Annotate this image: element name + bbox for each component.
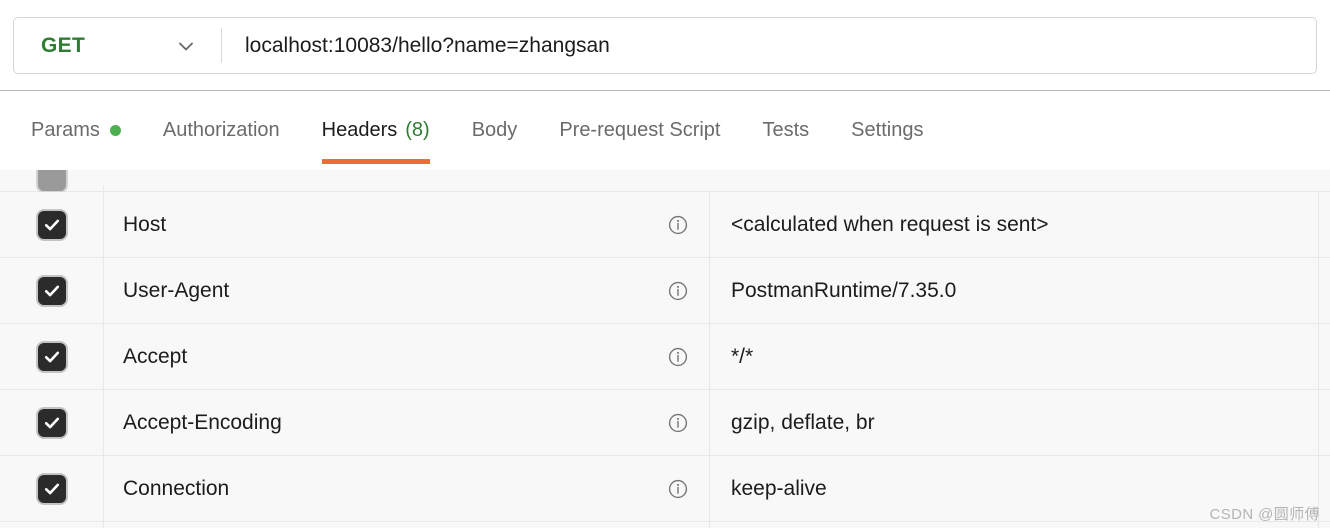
table-row-next bbox=[0, 522, 1330, 528]
header-value-cell[interactable]: keep-alive bbox=[710, 456, 1319, 521]
row-tail-cell bbox=[1319, 192, 1330, 257]
header-value-cell[interactable]: <calculated when request is sent> bbox=[710, 192, 1319, 257]
tab-headers[interactable]: Headers (8) bbox=[301, 91, 451, 170]
tab-authorization-label: Authorization bbox=[162, 119, 280, 141]
request-bar-region: GET localhost:10083/hello?name=zhangsan bbox=[0, 0, 1330, 91]
table-row: User-Agent PostmanRuntime/7.35.0 bbox=[0, 258, 1330, 324]
row-checkbox[interactable] bbox=[37, 342, 66, 371]
header-key-cell[interactable]: User-Agent bbox=[104, 258, 710, 323]
row-checkbox[interactable] bbox=[37, 276, 66, 305]
headers-table: Host <calculated when request is sent> U… bbox=[0, 170, 1330, 528]
checkmark-icon bbox=[44, 285, 59, 296]
row-tail-cell bbox=[1319, 456, 1330, 521]
header-key-text: User-Agent bbox=[123, 278, 230, 302]
info-circle-icon[interactable] bbox=[667, 412, 689, 434]
header-value-cell[interactable] bbox=[710, 522, 1319, 528]
header-key-text: Accept-Encoding bbox=[123, 410, 282, 434]
http-method-dropdown[interactable]: GET bbox=[14, 18, 221, 73]
tab-body-label: Body bbox=[471, 119, 518, 141]
row-checkbox-cell bbox=[0, 170, 104, 191]
row-checkbox-cell bbox=[0, 192, 104, 257]
header-value-cell[interactable]: gzip, deflate, br bbox=[710, 390, 1319, 455]
tab-headers-count: (8) bbox=[405, 119, 430, 141]
checkmark-icon bbox=[44, 351, 59, 362]
tab-active-underline bbox=[321, 159, 430, 164]
checkmark-icon bbox=[44, 219, 59, 230]
params-modified-dot-icon bbox=[109, 125, 121, 136]
row-checkbox-cell bbox=[0, 522, 104, 528]
chevron-down-icon[interactable] bbox=[173, 33, 199, 59]
row-checkbox-cell bbox=[0, 390, 104, 455]
tab-body[interactable]: Body bbox=[451, 91, 539, 170]
header-key-cell[interactable] bbox=[104, 522, 710, 528]
table-row: Connection keep-alive bbox=[0, 456, 1330, 522]
table-row-partial bbox=[0, 170, 1330, 192]
row-checkbox[interactable] bbox=[37, 474, 66, 503]
tab-pre-request-script[interactable]: Pre-request Script bbox=[538, 91, 741, 170]
row-checkbox[interactable] bbox=[37, 408, 66, 437]
tab-authorization[interactable]: Authorization bbox=[142, 91, 301, 170]
tab-settings[interactable]: Settings bbox=[830, 91, 944, 170]
header-key-text: Accept bbox=[123, 344, 188, 368]
header-key-cell[interactable]: Accept bbox=[104, 324, 710, 389]
table-row: Host <calculated when request is sent> bbox=[0, 192, 1330, 258]
tab-params-label: Params bbox=[31, 119, 100, 141]
info-circle-icon[interactable] bbox=[667, 280, 689, 302]
header-key-cell[interactable]: Accept-Encoding bbox=[104, 390, 710, 455]
header-key-cell[interactable]: Host bbox=[104, 192, 710, 257]
header-value-cell[interactable]: */* bbox=[710, 324, 1319, 389]
header-key-text: Host bbox=[123, 212, 167, 236]
request-tab-strip: Params Authorization Headers (8) Body Pr… bbox=[0, 91, 1330, 170]
tab-params[interactable]: Params bbox=[10, 91, 142, 170]
tab-settings-label: Settings bbox=[851, 119, 924, 141]
tab-list: Params Authorization Headers (8) Body Pr… bbox=[10, 91, 944, 170]
row-checkbox-cell bbox=[0, 258, 104, 323]
row-checkbox[interactable] bbox=[37, 170, 66, 191]
info-circle-icon[interactable] bbox=[667, 214, 689, 236]
header-key-cell[interactable]: Connection bbox=[104, 456, 710, 521]
row-checkbox[interactable] bbox=[37, 210, 66, 239]
checkmark-icon bbox=[44, 483, 59, 494]
table-row: Accept */* bbox=[0, 324, 1330, 390]
url-input[interactable]: localhost:10083/hello?name=zhangsan bbox=[222, 18, 1316, 73]
tab-headers-label: Headers bbox=[321, 119, 398, 141]
table-row: Accept-Encoding gzip, deflate, br bbox=[0, 390, 1330, 456]
info-circle-icon[interactable] bbox=[667, 346, 689, 368]
row-tail-cell bbox=[1319, 258, 1330, 323]
request-url-bar: GET localhost:10083/hello?name=zhangsan bbox=[13, 17, 1317, 74]
checkmark-icon bbox=[44, 417, 59, 428]
header-key-text: Connection bbox=[123, 476, 230, 500]
info-circle-icon[interactable] bbox=[667, 478, 689, 500]
header-value-cell[interactable]: PostmanRuntime/7.35.0 bbox=[710, 258, 1319, 323]
row-tail-cell bbox=[1319, 522, 1330, 528]
row-checkbox-cell bbox=[0, 324, 104, 389]
tab-tests[interactable]: Tests bbox=[741, 91, 830, 170]
http-method-label: GET bbox=[41, 33, 86, 57]
row-tail-cell bbox=[1319, 390, 1330, 455]
row-tail-cell bbox=[1319, 324, 1330, 389]
row-checkbox-cell bbox=[0, 456, 104, 521]
tab-pre-request-script-label: Pre-request Script bbox=[559, 119, 721, 141]
tab-tests-label: Tests bbox=[762, 119, 810, 141]
